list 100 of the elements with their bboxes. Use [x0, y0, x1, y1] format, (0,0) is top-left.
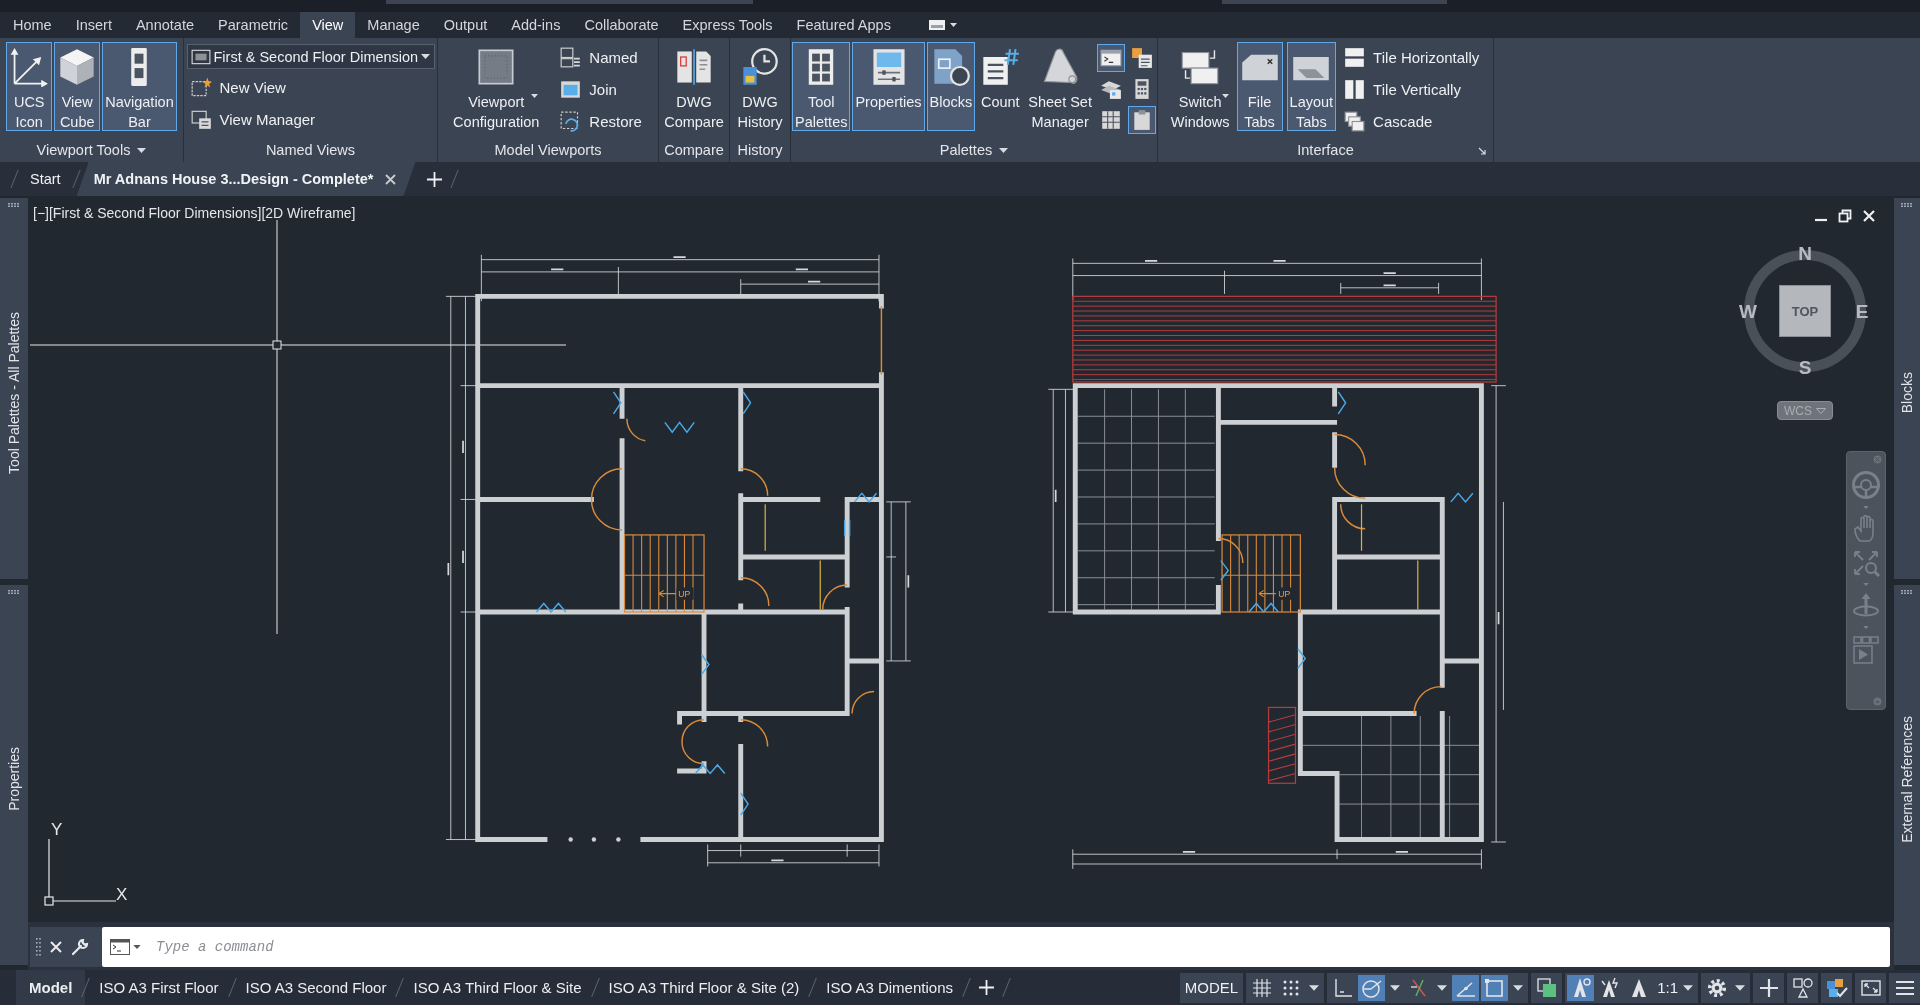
- view-dropdown[interactable]: First & Second Floor Dimension: [186, 44, 435, 69]
- layout-tab[interactable]: ISO A3 Second Floor: [232, 970, 400, 1005]
- palette-tab[interactable]: External References: [1894, 584, 1920, 965]
- layout-tab[interactable]: ISO A3 Third Floor & Site: [400, 970, 595, 1005]
- grip-icon: [8, 203, 20, 207]
- compass-label[interactable]: N: [1798, 243, 1812, 263]
- caret-icon: [1735, 984, 1745, 991]
- ribbon-button[interactable]: Cascade: [1340, 108, 1484, 135]
- palette-tab[interactable]: Tool Palettes - All Palettes: [0, 198, 28, 579]
- status-toggle-button[interactable]: [1481, 974, 1509, 1001]
- close-icon[interactable]: [50, 941, 62, 953]
- ribbon-button[interactable]: Tile Vertically: [1340, 76, 1484, 103]
- ribbon-button[interactable]: View Cube: [54, 42, 101, 131]
- cascade-windows-icon: [1344, 111, 1366, 132]
- ribbon-button[interactable]: Named: [556, 44, 646, 71]
- status-toggle-button[interactable]: [1452, 974, 1480, 1001]
- viewport-menu-link[interactable]: [−]: [33, 205, 49, 221]
- viewport-menu-link[interactable]: [First & Second Floor Dimensions]: [48, 205, 262, 221]
- ribbon-button[interactable]: Tool Palettes: [792, 42, 851, 131]
- console-window-icon: [1099, 47, 1122, 69]
- ribbon-tab[interactable]: Express Tools: [670, 12, 785, 38]
- named-viewports-icon: [560, 47, 582, 68]
- close-icon[interactable]: [385, 173, 397, 185]
- ribbon-button[interactable]: Layout Tabs: [1286, 42, 1337, 131]
- ribbon-button[interactable]: DWG History: [734, 42, 786, 131]
- title-bar-field[interactable]: [386, 0, 753, 4]
- viewport-frame-icon: [476, 47, 517, 87]
- model-space-button[interactable]: MODEL: [1181, 974, 1242, 1001]
- restore-icon[interactable]: [1838, 209, 1852, 223]
- ribbon-tab[interactable]: Annotate: [123, 12, 206, 38]
- wrench-icon[interactable]: [71, 938, 89, 956]
- ribbon-button[interactable]: DWG Compare: [661, 42, 727, 131]
- grip-icon: [1901, 589, 1913, 594]
- grip-icon: [36, 938, 41, 956]
- palette-tab[interactable]: Properties: [0, 584, 28, 965]
- caret-icon: [1863, 583, 1869, 586]
- layered-squares-icon: [1535, 976, 1558, 999]
- file-tab[interactable]: Mr Adnans House 3...Design - Complete*: [76, 162, 416, 196]
- snap-dots-icon: [1281, 978, 1300, 997]
- ribbon-button[interactable]: Sheet Set Manager: [1025, 42, 1095, 131]
- title-bar-field[interactable]: [1222, 0, 1447, 4]
- blocks-check-icon: [1825, 976, 1848, 999]
- fullscreen-icon: [1860, 977, 1881, 998]
- command-prompt-icon[interactable]: [110, 939, 130, 955]
- status-toggle-button[interactable]: [1358, 974, 1386, 1001]
- grip-icon: [1901, 203, 1913, 207]
- caret-icon: [1863, 506, 1869, 509]
- file-tab[interactable]: Start: [15, 162, 76, 196]
- ribbon-button[interactable]: Blocks: [926, 42, 976, 131]
- palette-title: Properties: [6, 747, 22, 812]
- ribbon-button[interactable]: UCS Icon: [6, 42, 53, 131]
- switch-windows-icon: [1180, 47, 1221, 87]
- ribbon-button[interactable]: Join: [556, 76, 646, 103]
- palette-tab[interactable]: Blocks: [1894, 198, 1920, 579]
- ribbon-button[interactable]: Tile Horizontally: [1340, 44, 1484, 71]
- compass-label[interactable]: S: [1798, 357, 1812, 377]
- table-grid-icon: [1099, 109, 1122, 131]
- ribbon-button[interactable]: Viewport Configuration: [450, 42, 543, 131]
- panel-title[interactable]: Viewport Tools: [36, 142, 131, 158]
- ribbon-button[interactable]: Properties: [852, 42, 925, 131]
- panel-title: Named Views: [265, 142, 356, 158]
- ribbon-tab[interactable]: Collaborate: [572, 12, 671, 38]
- axes-arrow-icon: [9, 47, 50, 87]
- layout-tab[interactable]: Model: [16, 970, 86, 1005]
- compass-label[interactable]: W: [1739, 301, 1757, 321]
- dialog-launcher-icon[interactable]: [1478, 147, 1486, 155]
- viewport-menu-link[interactable]: [2D Wireframe]: [261, 205, 356, 221]
- new-view-icon: [190, 77, 212, 98]
- ribbon-tab[interactable]: Output: [431, 12, 500, 38]
- ribbon-button[interactable]: Restore: [556, 108, 646, 135]
- ribbon-button[interactable]: Switch Windows: [1167, 42, 1233, 131]
- ribbon-button[interactable]: View Manager: [186, 106, 435, 133]
- ribbon-tab[interactable]: Add-ins: [499, 12, 573, 38]
- ribbon-button[interactable]: New View: [186, 74, 435, 101]
- layout-tab[interactable]: ISO A3 Dimentions: [813, 970, 966, 1005]
- compass-label[interactable]: E: [1855, 301, 1869, 321]
- markup-sheets-icon: [1130, 47, 1153, 69]
- cube-face[interactable]: TOP: [1779, 285, 1831, 337]
- ribbon-button[interactable]: Navigation Bar: [102, 42, 177, 131]
- ribbon-tab[interactable]: View: [300, 12, 356, 38]
- join-viewports-icon: [560, 79, 582, 100]
- ribbon-button[interactable]: File Tabs: [1236, 42, 1283, 131]
- ribbon-tab[interactable]: Featured Apps: [784, 12, 903, 38]
- layout-tab[interactable]: ISO A3 Third Floor & Site (2): [595, 970, 813, 1005]
- command-line-field[interactable]: Type a command: [102, 927, 1890, 967]
- ribbon-tab[interactable]: Insert: [63, 12, 124, 38]
- plus-icon: [979, 980, 994, 995]
- ribbon-tab[interactable]: Manage: [355, 12, 432, 38]
- ribbon-button[interactable]: Count: [977, 42, 1024, 131]
- layout-tab[interactable]: ISO A3 First Floor: [86, 970, 232, 1005]
- ribbon-tab[interactable]: Parametric: [206, 12, 301, 38]
- palette-icon-button[interactable]: [1096, 44, 1125, 72]
- caret-icon: [1683, 984, 1693, 991]
- axis-label: X: [116, 886, 128, 903]
- palette-icon-button[interactable]: [1127, 106, 1156, 134]
- ribbon-tab[interactable]: Home: [1, 12, 64, 38]
- panel-title[interactable]: Palettes: [939, 142, 993, 158]
- status-toggle-button[interactable]: [1567, 974, 1595, 1001]
- axis-label: Y: [51, 821, 63, 838]
- caret-icon: [1816, 407, 1826, 414]
